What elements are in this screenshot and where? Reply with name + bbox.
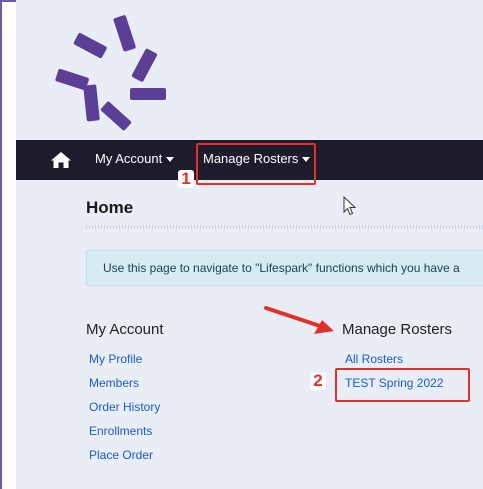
nav-my-account-label: My Account <box>95 151 163 166</box>
info-alert: Use this page to navigate to "Lifespark"… <box>86 250 483 286</box>
callout-box-manage-rosters <box>196 143 316 185</box>
nav-my-account[interactable]: My Account <box>95 151 175 166</box>
title-divider <box>86 225 483 229</box>
step-number-1: 1 <box>178 170 194 188</box>
main-content: Home Use this page to navigate to "Lifes… <box>16 180 483 489</box>
manage-rosters-heading: Manage Rosters <box>342 321 453 338</box>
callout-box-test-spring <box>335 368 470 402</box>
home-icon[interactable] <box>50 151 72 169</box>
page-title: Home <box>86 198 134 217</box>
link-members[interactable]: Members <box>89 376 139 390</box>
caret-down-icon <box>166 157 175 163</box>
info-alert-text: Use this page to navigate to "Lifespark"… <box>103 261 460 275</box>
lifespark-logo[interactable] <box>52 12 174 132</box>
my-account-heading: My Account <box>86 321 164 338</box>
link-order-history[interactable]: Order History <box>89 400 160 414</box>
step-number-2: 2 <box>310 372 326 390</box>
link-all-rosters[interactable]: All Rosters <box>345 352 403 366</box>
link-place-order[interactable]: Place Order <box>89 448 153 462</box>
mouse-cursor-icon <box>343 196 357 216</box>
link-enrollments[interactable]: Enrollments <box>89 424 152 438</box>
link-my-profile[interactable]: My Profile <box>89 352 142 366</box>
